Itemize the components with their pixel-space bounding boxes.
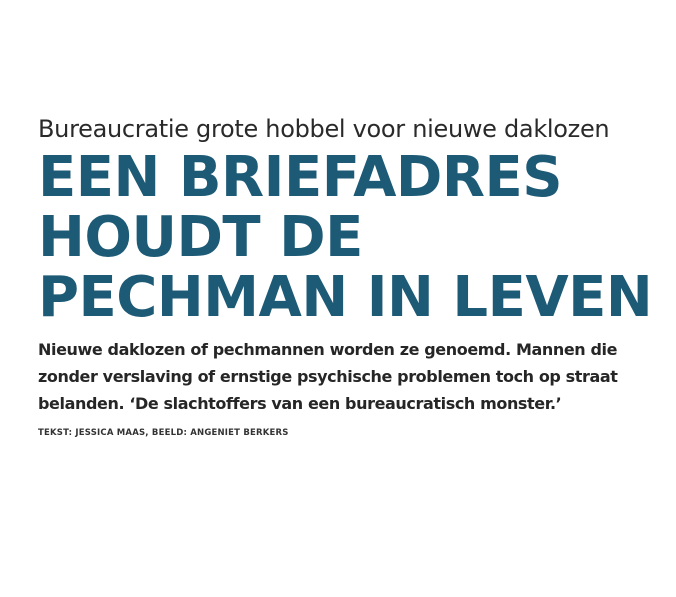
article-header: Bureaucratie grote hobbel voor nieuwe da… xyxy=(38,114,658,439)
article-headline: EEN BRIEFADRES HOUDT DE PECHMAN IN LEVEN xyxy=(38,148,658,328)
headline-line: EEN BRIEFADRES xyxy=(38,145,563,210)
headline-line: PECHMAN IN LEVEN xyxy=(38,265,653,330)
headline-line: HOUDT DE xyxy=(38,205,363,270)
article-kicker: Bureaucratie grote hobbel voor nieuwe da… xyxy=(38,115,610,143)
article-intro: Nieuwe daklozen of pechmannen worden ze … xyxy=(38,340,618,413)
article-credits: TEKST: JESSICA MAAS, BEELD: ANGENIET BER… xyxy=(38,428,289,438)
